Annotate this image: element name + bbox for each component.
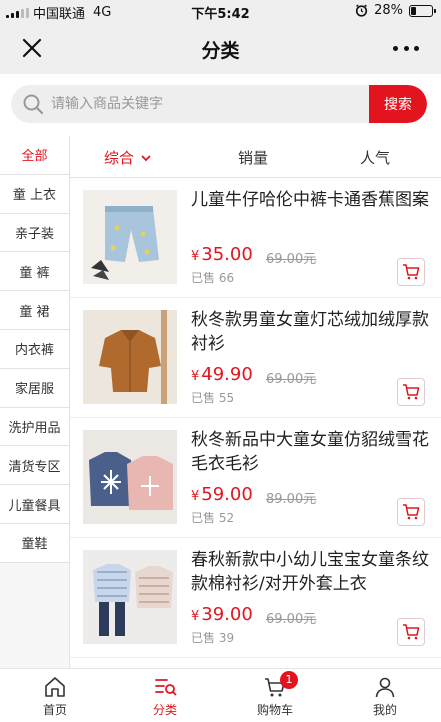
currency-symbol: ¥: [191, 369, 200, 384]
tab-cart[interactable]: 1 购物车: [220, 669, 330, 722]
nav-header: 分类: [0, 22, 441, 74]
product-item[interactable]: 儿童牛仔哈伦中裤卡通香蕉图案 ¥35.00 69.00元 已售 66: [70, 178, 441, 298]
product-image: [83, 430, 177, 524]
sort-bar: 综合 销量 人气: [70, 136, 441, 178]
bottom-tab-bar: 首页 分类 1 购物车 我的: [0, 668, 441, 722]
original-price: 69.00元: [266, 372, 317, 387]
product-image: [83, 550, 177, 644]
tab-mine[interactable]: 我的: [330, 669, 440, 722]
sold-count: 已售 55: [191, 391, 235, 405]
page-title: 分类: [201, 40, 240, 62]
sidebar-item-skirts[interactable]: 童 裙: [0, 291, 69, 330]
home-icon: [45, 677, 65, 697]
status-right: 28%: [355, 3, 436, 18]
original-price: 69.00元: [266, 252, 317, 267]
tab-home-label: 首页: [42, 703, 67, 717]
product-title: 秋冬新品中大童女童仿貂绒雪花毛衣毛衫: [191, 430, 429, 474]
product-list: 儿童牛仔哈伦中裤卡通香蕉图案 ¥35.00 69.00元 已售 66 秋冬款男童…: [70, 178, 441, 668]
cart-badge: 1: [280, 671, 298, 689]
currency-symbol: ¥: [191, 489, 200, 504]
add-to-cart-button[interactable]: [397, 258, 425, 286]
tab-category-label: 分类: [152, 703, 177, 717]
user-icon: [375, 677, 395, 698]
tab-category[interactable]: 分类: [110, 669, 220, 722]
price-value: 39.00: [201, 604, 253, 625]
battery-fill: [411, 6, 417, 15]
sidebar-item-pants[interactable]: 童 裤: [0, 252, 69, 292]
search-icon: [23, 94, 44, 115]
sort-sales[interactable]: 销量: [238, 147, 268, 168]
sort-popularity[interactable]: 人气: [360, 147, 390, 168]
sidebar-item-shoes[interactable]: 童鞋: [0, 523, 69, 563]
sidebar-item-underwear[interactable]: 内衣裤: [0, 329, 69, 369]
category-sidebar: 全部 童 上衣 亲子装 童 裤 童 裙 内衣裤 家居服 洗护用品 清货专区 儿童…: [0, 136, 70, 668]
search-bar: 搜索: [0, 74, 441, 136]
battery-icon: [409, 4, 436, 17]
product-item[interactable]: 春秋新款中小幼儿宝宝女童条纹款棉衬衫/对开外套上衣 ¥39.00 69.00元 …: [70, 538, 441, 658]
original-price: 69.00元: [266, 612, 317, 627]
product-price: ¥49.90: [191, 364, 253, 385]
sidebar-item-homewear[interactable]: 家居服: [0, 368, 69, 408]
product-title: 春秋新款中小幼儿宝宝女童条纹款棉衬衫/对开外套上衣: [191, 550, 429, 594]
sidebar-item-clearance[interactable]: 清货专区: [0, 446, 69, 486]
add-to-cart-button[interactable]: [397, 498, 425, 526]
status-bar: 中国联通 4G 下午5:42 28%: [0, 0, 441, 22]
currency-symbol: ¥: [191, 249, 200, 264]
add-to-cart-button[interactable]: [397, 378, 425, 406]
battery-percent: 28%: [374, 3, 403, 18]
product-price: ¥35.00: [191, 244, 253, 265]
chevron-down-icon: [141, 154, 151, 161]
price-value: 59.00: [201, 484, 253, 505]
product-item[interactable]: 秋冬款男童女童灯芯绒加绒厚款衬衫 ¥49.90 69.00元 已售 55: [70, 298, 441, 418]
product-image: [83, 310, 177, 404]
price-value: 49.90: [201, 364, 253, 385]
sort-comprehensive[interactable]: 综合: [104, 147, 152, 168]
tab-cart-label: 购物车: [256, 703, 293, 717]
price-value: 35.00: [201, 244, 253, 265]
sidebar-item-care[interactable]: 洗护用品: [0, 407, 69, 447]
sold-count: 已售 39: [191, 631, 235, 645]
cart-icon: [403, 624, 420, 640]
original-price: 89.00元: [266, 492, 317, 507]
product-price: ¥59.00: [191, 484, 253, 505]
sidebar-item-tops[interactable]: 童 上衣: [0, 174, 69, 214]
product-item[interactable]: 秋冬新品中大童女童仿貂绒雪花毛衣毛衫 ¥59.00 89.00元 已售 52: [70, 418, 441, 538]
sidebar-item-all[interactable]: 全部: [0, 136, 69, 175]
sidebar-item-family-wear[interactable]: 亲子装: [0, 213, 69, 253]
cart-icon: [403, 264, 420, 280]
tab-home[interactable]: 首页: [0, 669, 110, 722]
search-box: 搜索: [11, 85, 427, 123]
sidebar-item-tableware[interactable]: 儿童餐具: [0, 485, 69, 524]
tab-mine-label: 我的: [372, 703, 397, 717]
sold-count: 已售 66: [191, 271, 235, 285]
product-image: [83, 190, 177, 284]
product-title: 秋冬款男童女童灯芯绒加绒厚款衬衫: [191, 310, 429, 354]
add-to-cart-button[interactable]: [397, 618, 425, 646]
cart-icon: [403, 504, 420, 520]
currency-symbol: ¥: [191, 609, 200, 624]
search-button[interactable]: 搜索: [369, 85, 427, 123]
sort-comprehensive-label: 综合: [104, 149, 135, 167]
product-price: ¥39.00: [191, 604, 253, 625]
cart-icon: [403, 384, 420, 400]
alarm-icon: [355, 4, 368, 17]
product-title: 儿童牛仔哈伦中裤卡通香蕉图案: [191, 190, 429, 210]
search-input[interactable]: [51, 85, 371, 123]
sold-count: 已售 52: [191, 511, 235, 525]
more-icon[interactable]: [393, 38, 419, 58]
category-icon: [155, 679, 177, 696]
